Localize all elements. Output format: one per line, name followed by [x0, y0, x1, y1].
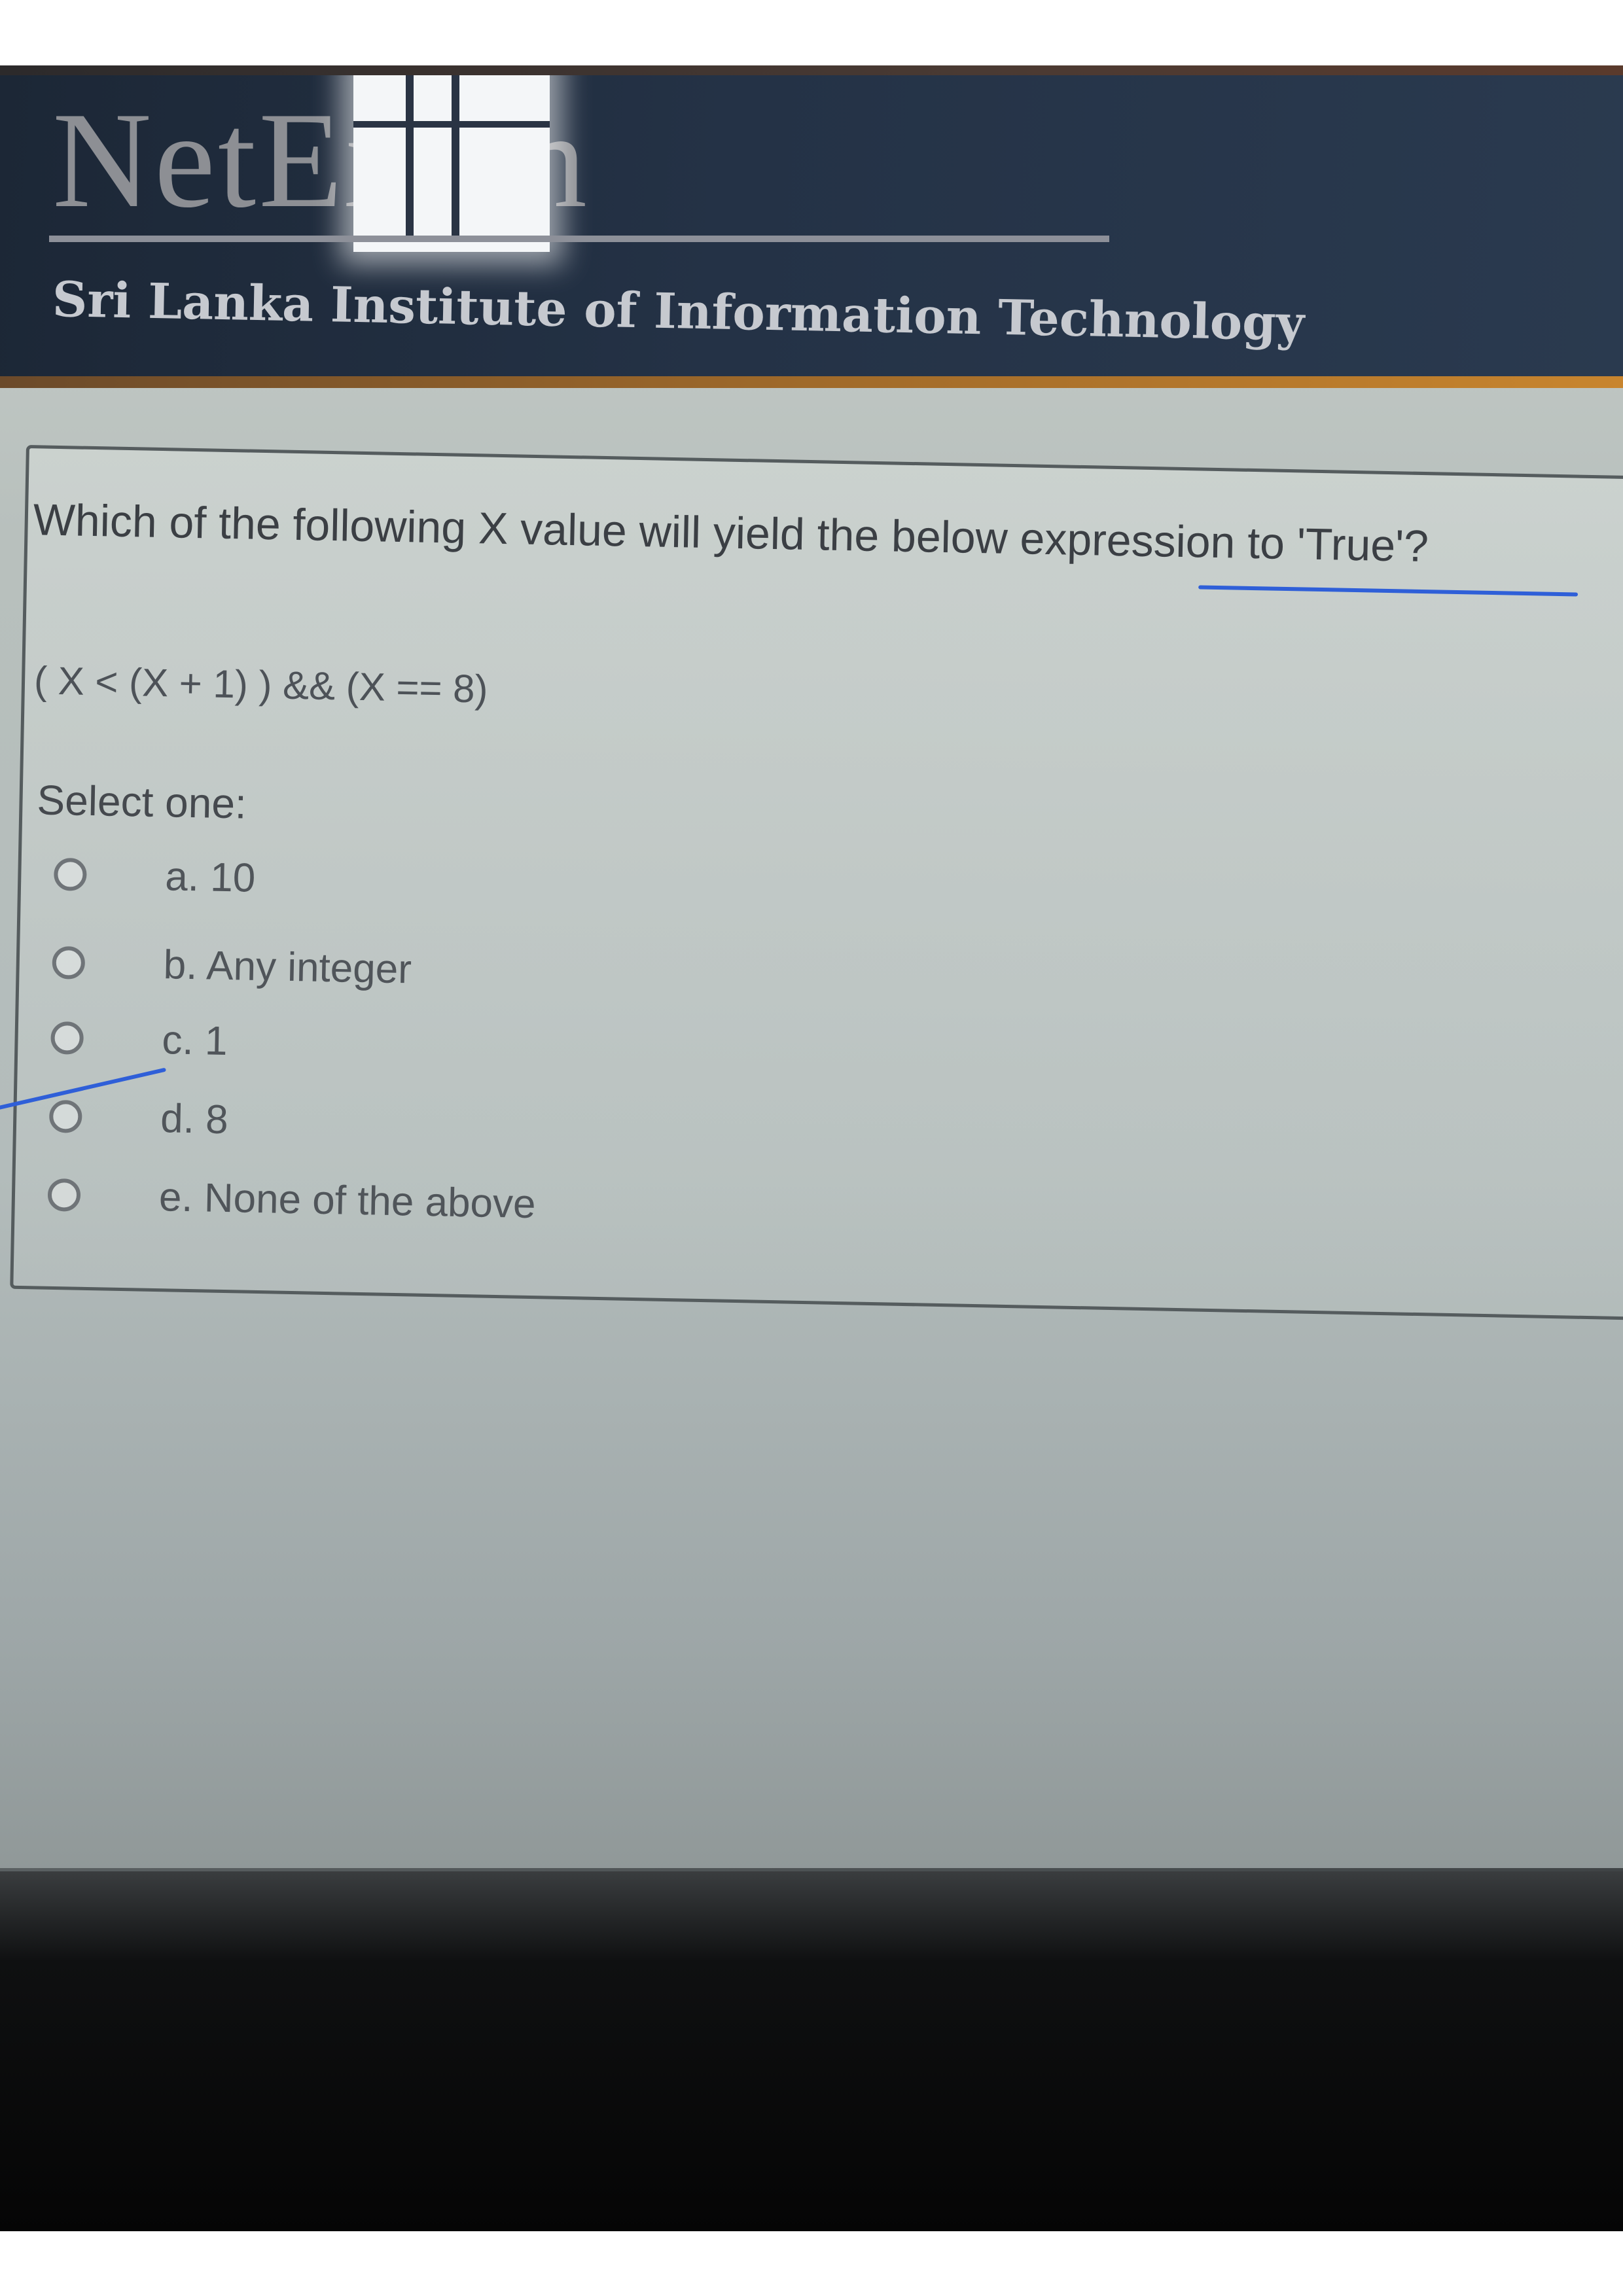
option-label[interactable]: a. 10 — [165, 853, 256, 902]
question-text: Which of the following X value will yiel… — [33, 495, 1429, 572]
glare-frame-bar — [406, 75, 414, 239]
question-expression: ( X < (X + 1) ) && (X == 8) — [33, 658, 489, 711]
monitor-screen: NetExam Sri Lanka Institute of Informati… — [0, 75, 1623, 1907]
option-d[interactable]: d. 8 — [48, 1090, 229, 1146]
radio-button[interactable] — [52, 945, 86, 980]
option-c[interactable]: c. 1 — [50, 1012, 228, 1067]
glare-frame-bar — [452, 75, 459, 239]
ink-underline-annotation — [1198, 585, 1578, 597]
option-label[interactable]: c. 1 — [162, 1017, 228, 1065]
option-label[interactable]: d. 8 — [160, 1095, 229, 1143]
institute-name: Sri Lanka Institute of Information Techn… — [52, 272, 1305, 352]
option-label[interactable]: e. None of the above — [158, 1174, 536, 1227]
radio-button[interactable] — [47, 1178, 81, 1212]
glare-frame-bar — [353, 121, 550, 128]
question-panel: Which of the following X value will yiel… — [0, 445, 1623, 1321]
option-b[interactable]: b. Any integer — [52, 936, 412, 996]
logo-divider — [49, 236, 1109, 242]
option-a[interactable]: a. 10 — [53, 848, 256, 904]
monitor-bezel — [0, 1871, 1623, 2231]
screen-glare — [353, 75, 550, 252]
select-one-label: Select one: — [36, 776, 247, 828]
option-label[interactable]: b. Any integer — [163, 942, 412, 993]
option-e[interactable]: e. None of the above — [47, 1169, 536, 1230]
site-header: NetExam Sri Lanka Institute of Informati… — [0, 75, 1623, 388]
radio-button[interactable] — [50, 1021, 84, 1055]
radio-button[interactable] — [53, 857, 87, 891]
radio-button[interactable] — [48, 1099, 82, 1133]
header-accent-bar — [0, 376, 1623, 388]
